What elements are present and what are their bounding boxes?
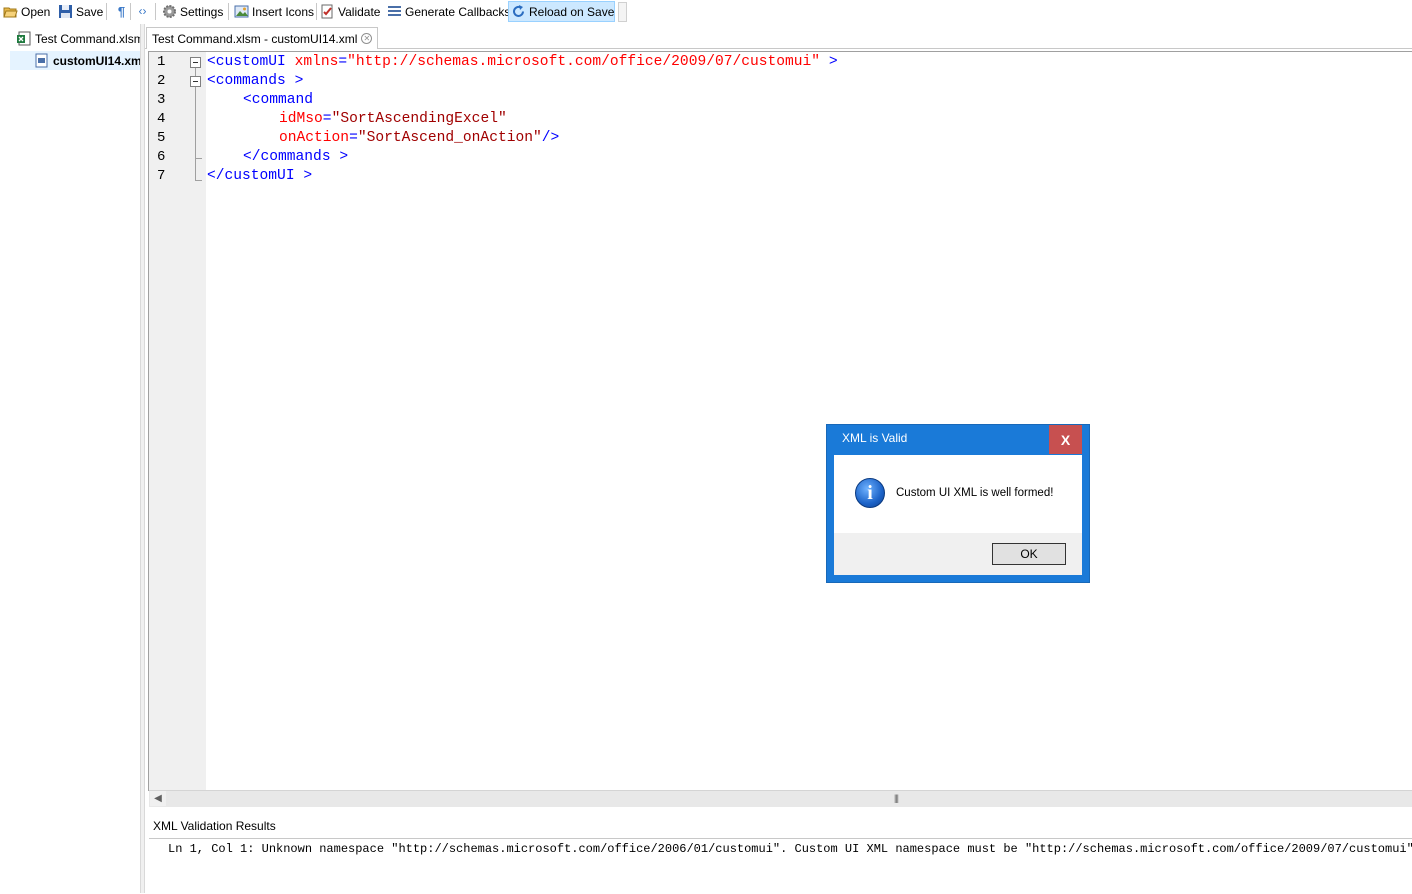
open-button[interactable]: Open <box>1 1 52 22</box>
dialog-close-button[interactable]: X <box>1049 425 1082 454</box>
fold-guide <box>196 180 202 181</box>
code-line: <command <box>243 92 314 108</box>
validate-button[interactable]: Validate <box>318 1 382 22</box>
close-tab-icon[interactable]: ✕ <box>361 33 373 44</box>
results-panel-title: XML Validation Results <box>153 819 276 833</box>
toolbar-separator <box>228 3 229 20</box>
fold-guide <box>195 87 196 181</box>
xml-file-icon <box>34 53 49 68</box>
fold-toggle[interactable] <box>190 76 201 87</box>
folder-open-icon <box>3 4 18 19</box>
dialog-message: Custom UI XML is well formed! <box>896 487 1054 499</box>
excel-file-icon <box>16 31 31 46</box>
toolbar-overflow-grip[interactable] <box>618 2 627 22</box>
information-icon: i <box>855 478 885 508</box>
gear-icon <box>162 4 177 19</box>
document-tree: Test Command.xlsm customUI14.xml <box>0 24 140 893</box>
code-line: onAction="SortAscend_onAction"/> <box>279 130 560 146</box>
tree-item-customui14[interactable]: customUI14.xml <box>34 51 140 70</box>
scrollbar-grip-icon[interactable]: ||| <box>891 793 901 803</box>
tree-item-workbook[interactable]: Test Command.xlsm <box>16 29 140 48</box>
line-number: 3 <box>157 92 166 108</box>
dialog-title: XML is Valid <box>842 431 908 445</box>
scroll-left-arrow-icon[interactable]: ◀ <box>150 791 166 806</box>
code-line: <commands > <box>207 73 304 89</box>
toolbar-separator <box>106 3 107 20</box>
line-number: 6 <box>157 149 166 165</box>
insert-icons-button[interactable]: Insert Icons <box>232 1 316 22</box>
code-line: </commands > <box>243 149 349 165</box>
save-button[interactable]: Save <box>56 1 105 22</box>
code-line: </customUI > <box>207 168 313 184</box>
code-line: <customUI xmlns="http://schemas.microsof… <box>207 54 838 70</box>
horizontal-scrollbar[interactable] <box>149 790 1412 807</box>
pilcrow-icon: ¶ <box>117 4 126 19</box>
tab-customui14[interactable]: Test Command.xlsm - customUI14.xml ✕ <box>146 27 378 49</box>
toolbar-separator <box>155 3 156 20</box>
toolbar: Open Save ¶ ‹› Settings Insert Icons Val… <box>0 0 1412 24</box>
checklist-icon <box>320 4 335 19</box>
generate-callbacks-button[interactable]: Generate Callbacks <box>385 1 512 22</box>
code-line: idMso="SortAscendingExcel" <box>279 111 507 127</box>
ok-button[interactable]: OK <box>992 543 1066 565</box>
line-number: 2 <box>157 73 166 89</box>
line-number: 7 <box>157 168 166 184</box>
pane-splitter[interactable] <box>140 24 145 893</box>
fold-guide <box>195 68 196 76</box>
angle-brackets-icon: ‹› <box>138 4 147 18</box>
show-whitespace-button[interactable]: ¶ <box>112 1 131 22</box>
reload-on-save-toggle[interactable]: Reload on Save <box>508 1 615 22</box>
validation-message: Ln 1, Col 1: Unknown namespace "http://s… <box>168 842 1412 856</box>
refresh-icon <box>511 4 526 19</box>
line-number: 4 <box>157 111 166 127</box>
line-number: 1 <box>157 54 166 70</box>
format-xml-button[interactable]: ‹› <box>133 1 152 22</box>
floppy-disk-icon <box>58 4 73 19</box>
fold-toggle[interactable] <box>190 57 201 68</box>
line-number: 5 <box>157 130 166 146</box>
image-icon <box>234 4 249 19</box>
toolbar-separator <box>130 3 131 20</box>
fold-guide <box>196 158 202 159</box>
toolbar-separator <box>316 3 317 20</box>
list-icon <box>387 4 402 19</box>
settings-button[interactable]: Settings <box>160 1 225 22</box>
